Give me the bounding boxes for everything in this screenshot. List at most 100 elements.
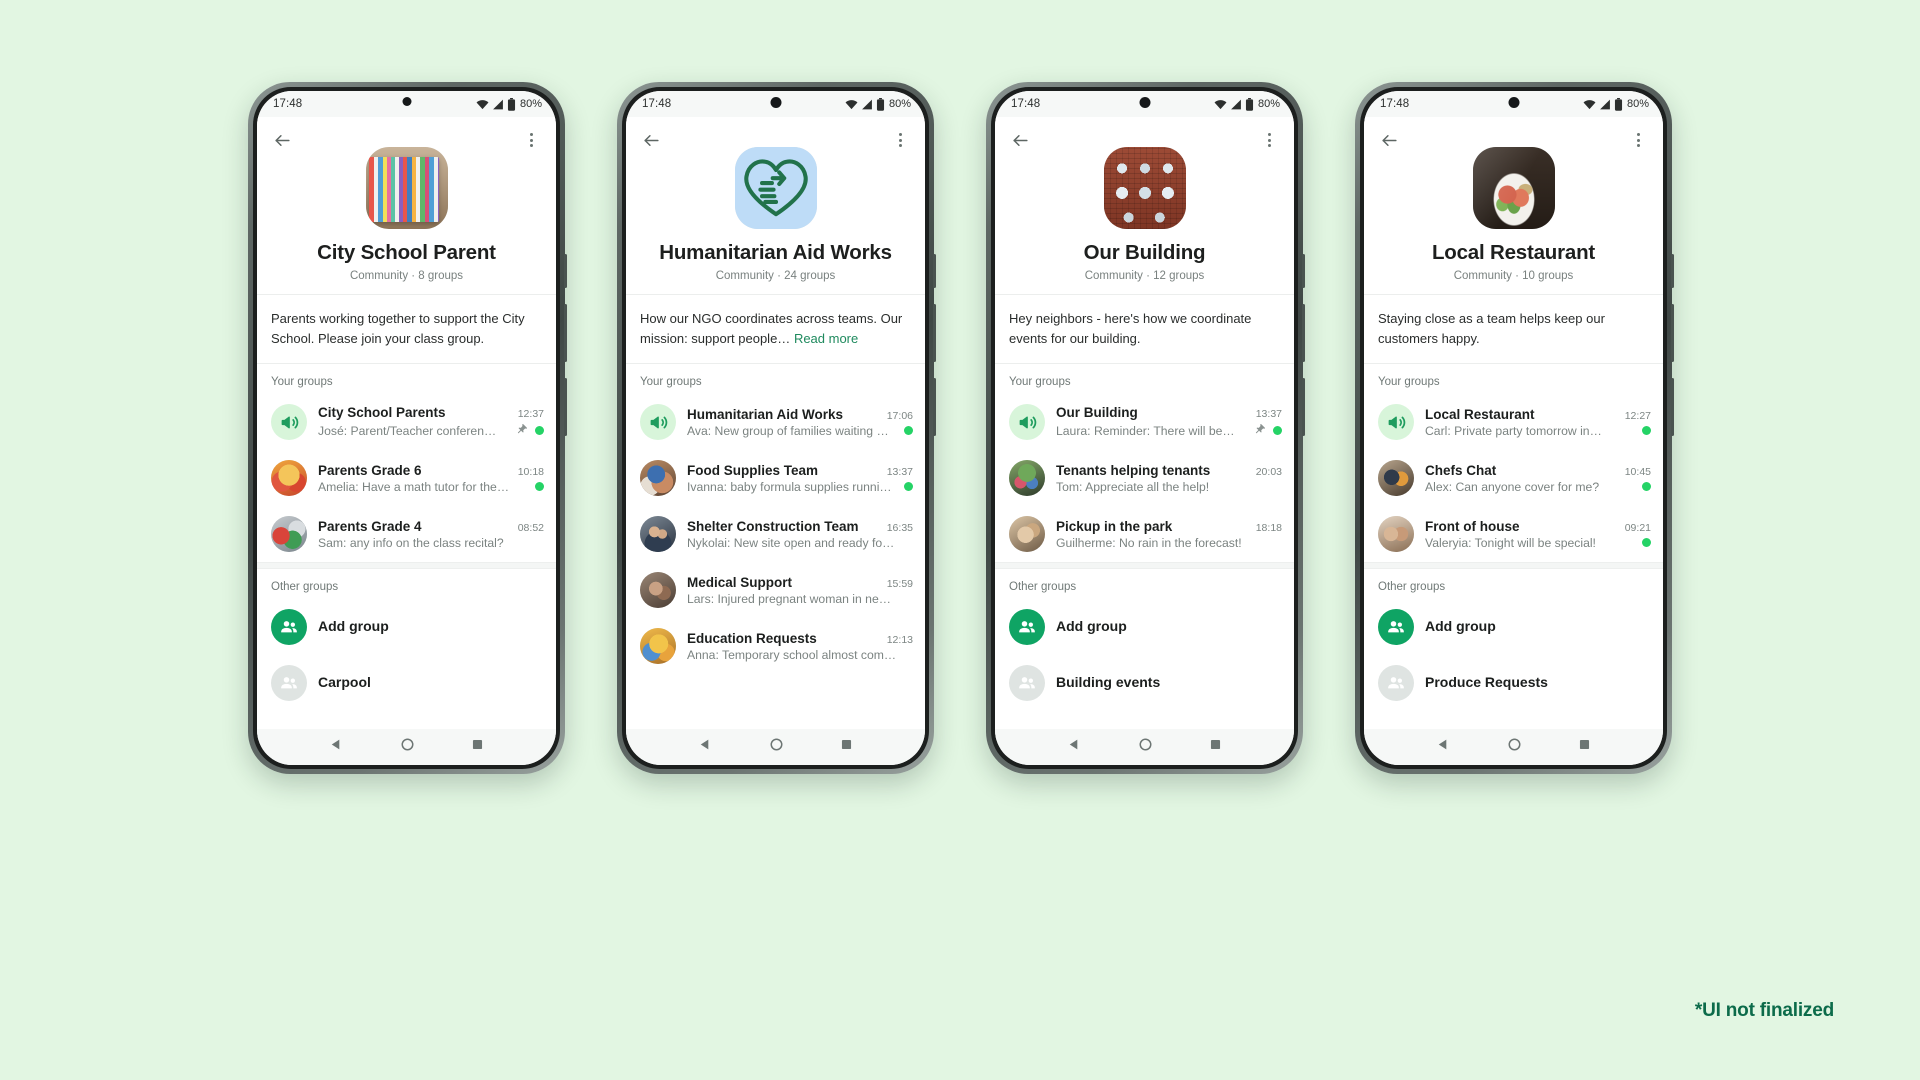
add-group-row[interactable]: Add group bbox=[1364, 599, 1663, 655]
overflow-menu-button[interactable] bbox=[887, 127, 913, 153]
group-list-item[interactable]: Pickup in the park 18:18 Guilherme: No r… bbox=[995, 506, 1294, 562]
groups-list[interactable]: Your groups City School Parents 12:37 Jo… bbox=[257, 364, 556, 729]
nav-back-icon[interactable] bbox=[329, 737, 344, 757]
group-name: Chefs Chat bbox=[1425, 462, 1497, 478]
your-groups-header: Your groups bbox=[271, 376, 333, 389]
announcement-icon bbox=[640, 404, 676, 441]
community-avatar[interactable] bbox=[1472, 147, 1555, 229]
other-group-body: Add group bbox=[1425, 618, 1651, 636]
battery-percent: 80% bbox=[888, 98, 911, 110]
group-avatar bbox=[640, 460, 676, 497]
other-group-name: Carpool bbox=[318, 674, 371, 691]
status-bar: 17:48 80% bbox=[257, 91, 556, 117]
back-button[interactable] bbox=[269, 127, 295, 153]
group-item-header: Front of house 09:21 bbox=[1425, 519, 1651, 534]
announcement-icon bbox=[1009, 404, 1045, 441]
group-last-message: José: Parent/Teacher conferen… bbox=[318, 423, 497, 438]
community-avatar[interactable] bbox=[734, 147, 817, 229]
status-time: 17:48 bbox=[1011, 98, 1041, 110]
group-item-header: Pickup in the park 18:18 bbox=[1056, 519, 1282, 534]
group-item-preview: Carl: Private party tomorrow in… bbox=[1425, 424, 1651, 438]
group-list-item[interactable]: Humanitarian Aid Works 17:06 Ava: New gr… bbox=[626, 394, 925, 450]
read-more-link[interactable]: Read more bbox=[794, 331, 858, 346]
nav-back-icon[interactable] bbox=[1436, 737, 1451, 757]
group-list-item[interactable]: Food Supplies Team 13:37 Ivanna: baby fo… bbox=[626, 450, 925, 506]
group-list-item[interactable]: Shelter Construction Team 16:35 Nykolai:… bbox=[626, 506, 925, 562]
phone-humanitarian-aid-works: 17:48 80% Humanitarian Aid Works Communi… bbox=[617, 82, 936, 774]
unread-badge bbox=[1642, 538, 1651, 548]
group-item-header: Shelter Construction Team 16:35 bbox=[687, 519, 913, 534]
group-list-item[interactable]: Local Restaurant 12:27 Carl: Private par… bbox=[1364, 394, 1663, 450]
community-description: Staying close as a team helps keep our c… bbox=[1364, 295, 1663, 365]
group-list-item[interactable]: Our Building 13:37 Laura: Reminder: Ther… bbox=[995, 394, 1294, 450]
groups-list[interactable]: Your groups Local Restaurant 12:27 Carl:… bbox=[1364, 364, 1663, 729]
community-avatar[interactable] bbox=[1103, 147, 1186, 229]
group-avatar bbox=[640, 572, 676, 609]
nav-recents-icon[interactable] bbox=[471, 738, 484, 756]
section-divider bbox=[257, 562, 556, 570]
cellular-icon bbox=[861, 99, 873, 110]
back-button[interactable] bbox=[638, 127, 664, 153]
group-item-preview: Amelia: Have a math tutor for the… bbox=[318, 480, 544, 494]
group-list-item[interactable]: City School Parents 12:37 José: Parent/T… bbox=[257, 394, 556, 450]
add-group-icon bbox=[1378, 609, 1414, 646]
nav-back-icon[interactable] bbox=[698, 737, 713, 757]
nav-recents-icon[interactable] bbox=[1578, 738, 1591, 756]
group-timestamp: 10:18 bbox=[517, 465, 544, 478]
add-group-row[interactable]: Add group bbox=[995, 599, 1294, 655]
other-group-row[interactable]: Building events bbox=[995, 655, 1294, 711]
group-item-header: Parents Grade 4 08:52 bbox=[318, 519, 544, 534]
group-item-body: Chefs Chat 10:45 Alex: Can anyone cover … bbox=[1425, 463, 1651, 494]
group-name: Front of house bbox=[1425, 518, 1520, 534]
group-list-item[interactable]: Chefs Chat 10:45 Alex: Can anyone cover … bbox=[1364, 450, 1663, 506]
group-list-item[interactable]: Tenants helping tenants 20:03 Tom: Appre… bbox=[995, 450, 1294, 506]
group-last-message: Nykolai: New site open and ready for … bbox=[687, 535, 897, 550]
announcement-icon bbox=[271, 404, 307, 441]
phone-mockup-row: 17:48 80% City School Parent Community ·… bbox=[0, 82, 1920, 774]
group-list-item[interactable]: Parents Grade 4 08:52 Sam: any info on t… bbox=[257, 506, 556, 562]
wifi-icon bbox=[1583, 99, 1596, 110]
nav-recents-icon[interactable] bbox=[840, 738, 853, 756]
group-item-preview: Valeryia: Tonight will be special! bbox=[1425, 536, 1651, 550]
back-button[interactable] bbox=[1007, 127, 1033, 153]
group-name: Local Restaurant bbox=[1425, 406, 1535, 422]
other-groups-header: Other groups bbox=[1378, 581, 1446, 594]
community-description-text: Hey neighbors - here's how we coordinate… bbox=[1009, 311, 1252, 347]
your-groups-header: Your groups bbox=[640, 376, 702, 389]
nav-home-icon[interactable] bbox=[769, 737, 784, 757]
group-list-item[interactable]: Front of house 09:21 Valeryia: Tonight w… bbox=[1364, 506, 1663, 562]
group-item-body: Front of house 09:21 Valeryia: Tonight w… bbox=[1425, 519, 1651, 550]
group-list-item[interactable]: Medical Support 15:59 Lars: Injured preg… bbox=[626, 562, 925, 618]
nav-recents-icon[interactable] bbox=[1209, 738, 1222, 756]
overflow-menu-button[interactable] bbox=[1625, 127, 1651, 153]
back-button[interactable] bbox=[1376, 127, 1402, 153]
groups-list[interactable]: Your groups Humanitarian Aid Works 17:06… bbox=[626, 364, 925, 729]
community-avatar[interactable] bbox=[365, 147, 448, 229]
groups-list[interactable]: Your groups Our Building 13:37 Laura: Re… bbox=[995, 364, 1294, 729]
other-group-name: Add group bbox=[1056, 618, 1127, 635]
nav-back-icon[interactable] bbox=[1067, 737, 1082, 757]
overflow-menu-button[interactable] bbox=[1256, 127, 1282, 153]
community-subtitle: Community · 10 groups bbox=[1453, 270, 1574, 282]
group-avatar bbox=[640, 628, 676, 665]
nav-home-icon[interactable] bbox=[1507, 737, 1522, 757]
your-groups-header: Your groups bbox=[1378, 376, 1440, 389]
status-bar: 17:48 80% bbox=[1364, 91, 1663, 117]
add-group-row[interactable]: Add group bbox=[257, 599, 556, 655]
nav-home-icon[interactable] bbox=[1138, 737, 1153, 757]
group-item-body: Parents Grade 6 10:18 Amelia: Have a mat… bbox=[318, 463, 544, 494]
group-list-item[interactable]: Education Requests 12:13 Anna: Temporary… bbox=[626, 618, 925, 674]
group-item-preview: Sam: any info on the class recital? bbox=[318, 536, 544, 550]
unread-badge bbox=[1273, 426, 1282, 436]
other-group-row[interactable]: Produce Requests bbox=[1364, 655, 1663, 711]
announcement-icon bbox=[1378, 404, 1414, 441]
community-header: Our Building Community · 12 groups bbox=[995, 147, 1294, 295]
group-list-item[interactable]: Parents Grade 6 10:18 Amelia: Have a mat… bbox=[257, 450, 556, 506]
status-bar: 17:48 80% bbox=[626, 91, 925, 117]
other-group-body: Carpool bbox=[318, 674, 544, 692]
other-group-row[interactable]: Carpool bbox=[257, 655, 556, 711]
group-item-header: Education Requests 12:13 bbox=[687, 631, 913, 646]
group-name: Our Building bbox=[1056, 404, 1138, 420]
overflow-menu-button[interactable] bbox=[518, 127, 544, 153]
nav-home-icon[interactable] bbox=[400, 737, 415, 757]
